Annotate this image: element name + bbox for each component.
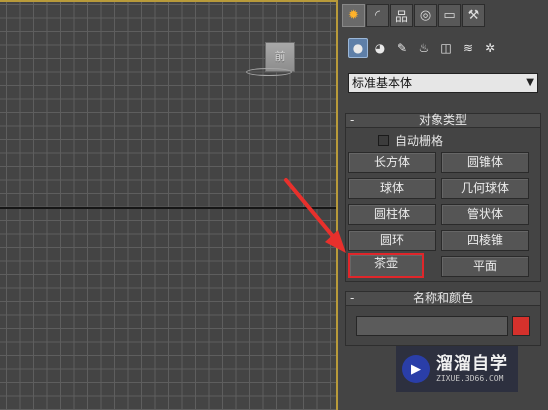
watermark: ▶ 溜溜自学 ZIXUE.3D66.COM [396,346,518,392]
display-tab-icon[interactable]: ▭ [438,4,461,27]
sphere-button[interactable]: 球体 [348,178,436,199]
motion-tab-icon[interactable]: ◎ [414,4,437,27]
cameras-icon[interactable]: ♨ [414,38,434,58]
box-button[interactable]: 长方体 [348,152,436,173]
modify-tab-icon[interactable]: ◜ [366,4,389,27]
play-logo-icon: ▶ [402,355,430,383]
chevron-down-icon[interactable]: ▼ [526,74,534,92]
watermark-subtitle: ZIXUE.3D66.COM [436,374,504,383]
space-warps-icon[interactable]: ≋ [458,38,478,58]
geometry-icon[interactable]: ● [348,38,368,58]
perspective-viewport[interactable]: 前 [0,0,338,410]
teapot-button[interactable]: 茶壶 [348,253,424,278]
geosphere-button[interactable]: 几何球体 [441,178,529,199]
pyramid-button[interactable]: 四棱锥 [441,230,529,251]
helpers-icon[interactable]: ◫ [436,38,456,58]
rollout-title: 名称和颜色 [412,291,473,305]
autogrid-option[interactable]: 自动栅格 [378,133,444,148]
object-color-swatch[interactable] [512,316,530,336]
collapse-icon[interactable]: - [350,292,354,305]
create-tab-icon[interactable]: ✹ [342,4,365,27]
collapse-icon[interactable]: - [350,114,354,127]
create-category-bar: ● ◕ ✎ ♨ ◫ ≋ ✲ [348,38,500,58]
object-type-rollout-header[interactable]: - 对象类型 [346,114,540,128]
command-panel-tabs: ✹ ◜ 品 ◎ ▭ ⚒ [342,4,485,28]
shapes-icon[interactable]: ◕ [370,38,390,58]
lights-icon[interactable]: ✎ [392,38,412,58]
viewport-active-border [0,0,338,2]
autogrid-checkbox[interactable] [378,134,389,146]
tube-button[interactable]: 管状体 [441,204,529,225]
plane-button[interactable]: 平面 [441,256,529,277]
hierarchy-tab-icon[interactable]: 品 [390,4,413,27]
torus-button[interactable]: 圆环 [348,230,436,251]
utilities-tab-icon[interactable]: ⚒ [462,4,485,27]
geometry-type-dropdown[interactable]: 标准基本体 ▼ [348,73,538,93]
watermark-title: 溜溜自学 [436,354,508,374]
name-color-rollout-header[interactable]: - 名称和颜色 [346,292,540,306]
cone-button[interactable]: 圆锥体 [441,152,529,173]
viewport-axis-line [0,207,336,209]
systems-icon[interactable]: ✲ [480,38,500,58]
autogrid-label: 自动栅格 [395,133,444,148]
dropdown-selected-value: 标准基本体 [352,76,413,90]
viewcube-ring[interactable] [246,68,292,76]
cylinder-button[interactable]: 圆柱体 [348,204,436,225]
object-name-field[interactable] [356,316,508,336]
rollout-title: 对象类型 [418,113,467,127]
